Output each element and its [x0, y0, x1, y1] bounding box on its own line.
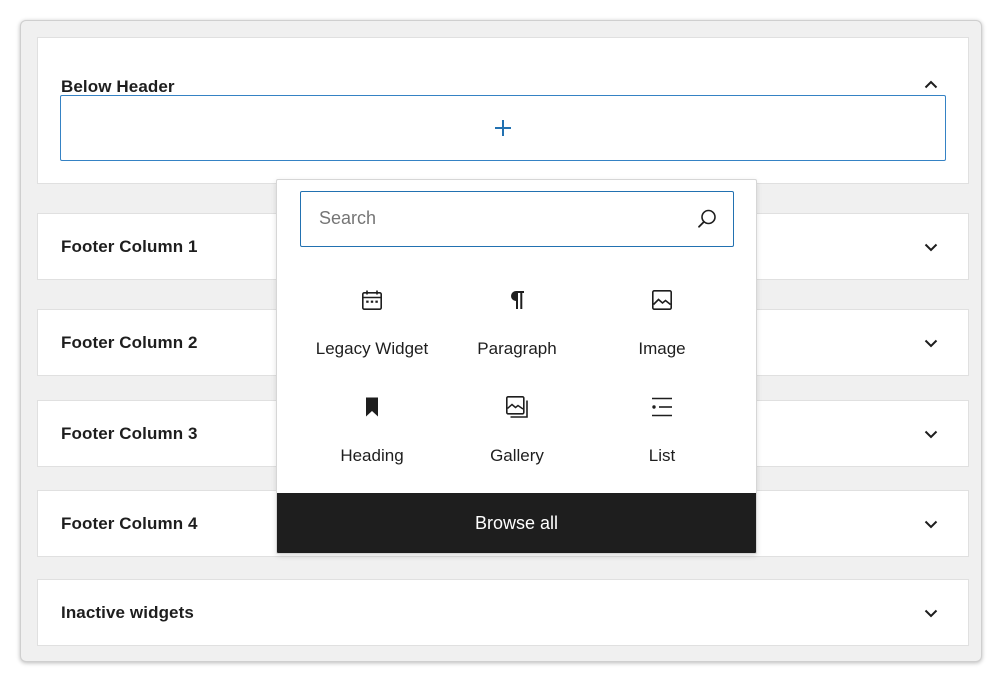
chevron-down-icon[interactable]: [922, 334, 940, 352]
block-item-label: Image: [638, 339, 686, 358]
browse-all-button[interactable]: Browse all: [277, 493, 756, 553]
widget-area-title[interactable]: Below Header: [61, 77, 175, 97]
chevron-down-icon[interactable]: [922, 515, 940, 533]
widget-area-title[interactable]: Inactive widgets: [61, 603, 194, 623]
block-item-legacy-widget[interactable]: Legacy Widget: [300, 272, 444, 368]
bookmark-icon: [360, 395, 384, 419]
block-inserter-popover: Legacy Widget Paragraph Image: [276, 179, 757, 554]
block-item-heading[interactable]: Heading: [300, 379, 444, 475]
block-item-label: Legacy Widget: [315, 339, 429, 358]
block-item-label: Gallery: [490, 446, 544, 465]
search-icon[interactable]: [695, 207, 719, 231]
block-item-list[interactable]: List: [590, 379, 734, 475]
chevron-down-icon[interactable]: [922, 604, 940, 622]
chevron-up-icon[interactable]: [922, 76, 940, 94]
block-item-label: Paragraph: [477, 339, 557, 358]
calendar-icon: [360, 288, 384, 312]
widget-area-title[interactable]: Footer Column 1: [61, 237, 198, 257]
widget-area-title[interactable]: Footer Column 3: [61, 424, 198, 444]
block-item-image[interactable]: Image: [590, 272, 734, 368]
pilcrow-icon: [505, 288, 529, 312]
list-icon: [650, 395, 674, 419]
block-item-label: List: [648, 446, 676, 465]
search-input[interactable]: [319, 192, 679, 245]
widget-area-below-header: Below Header: [37, 37, 969, 184]
widget-area-inactive-widgets[interactable]: Inactive widgets: [37, 579, 969, 646]
image-icon: [650, 288, 674, 312]
widget-area-title[interactable]: Footer Column 4: [61, 514, 198, 534]
block-appender-button[interactable]: [60, 95, 946, 161]
plus-icon: [495, 120, 511, 136]
gallery-icon: [505, 395, 529, 419]
chevron-down-icon[interactable]: [922, 238, 940, 256]
block-item-gallery[interactable]: Gallery: [445, 379, 589, 475]
widget-area-title[interactable]: Footer Column 2: [61, 333, 198, 353]
inserter-search: [300, 191, 734, 247]
block-item-label: Heading: [340, 446, 404, 465]
block-item-paragraph[interactable]: Paragraph: [445, 272, 589, 368]
chevron-down-icon[interactable]: [922, 425, 940, 443]
